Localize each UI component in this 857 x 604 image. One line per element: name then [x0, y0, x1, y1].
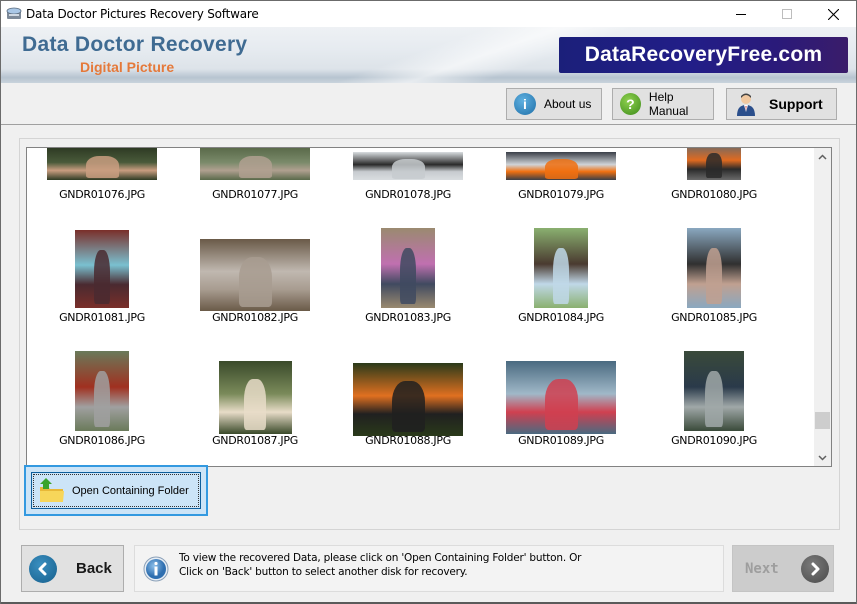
gallery-item[interactable]: GNDR01078.JPG	[338, 148, 478, 201]
thumbnail-image	[687, 228, 741, 308]
thumbnail-image	[353, 152, 463, 180]
thumbnail-filename: GNDR01079.JPG	[518, 188, 604, 201]
thumbnail-image	[381, 228, 435, 308]
gallery-item[interactable]: GNDR01085.JPG	[644, 228, 784, 338]
separator	[1, 124, 856, 125]
back-button[interactable]: Back	[21, 545, 124, 592]
thumbnail-filename: GNDR01084.JPG	[518, 311, 604, 324]
thumbnail-image	[506, 152, 616, 180]
thumbnail-image	[506, 361, 616, 434]
brand-subtitle: Digital Picture	[80, 59, 175, 75]
thumbnail-filename: GNDR01077.JPG	[212, 188, 298, 201]
thumbnail-image	[75, 351, 129, 431]
thumbnail-filename: GNDR01076.JPG	[59, 188, 145, 201]
thumbnail-filename: GNDR01089.JPG	[518, 434, 604, 447]
close-icon	[827, 8, 839, 20]
app-window: Data Doctor Pictures Recovery Software D…	[0, 0, 857, 604]
help-manual-label: Help Manual	[648, 90, 689, 118]
title-bar: Data Doctor Pictures Recovery Software	[1, 1, 856, 27]
back-label: Back	[76, 560, 112, 577]
scroll-up-button[interactable]	[814, 148, 831, 165]
support-person-icon	[737, 93, 755, 116]
scroll-thumb[interactable]	[815, 412, 830, 429]
next-label: Next	[745, 560, 779, 577]
thumbnail-filename: GNDR01078.JPG	[365, 188, 451, 201]
thumbnail-filename: GNDR01088.JPG	[365, 434, 451, 447]
next-arrow-icon	[800, 554, 829, 583]
minimize-icon	[736, 14, 746, 15]
thumbnail-image	[534, 228, 588, 308]
thumbnail-image	[200, 239, 310, 311]
maximize-button[interactable]	[764, 1, 810, 27]
help-icon: ?	[620, 93, 641, 115]
vertical-scrollbar[interactable]	[814, 148, 831, 466]
gallery-item[interactable]: GNDR01077.JPG	[185, 148, 325, 201]
open-folder-focus-ring: Open Containing Folder	[24, 465, 208, 516]
thumbnail-image	[687, 148, 741, 180]
chevron-down-icon	[818, 454, 827, 461]
header-banner: Data Doctor Recovery Digital Picture Dat…	[1, 27, 856, 83]
help-manual-button[interactable]: ? Help Manual	[612, 88, 714, 120]
back-arrow-icon	[29, 554, 57, 583]
gallery-item[interactable]: GNDR01082.JPG	[185, 228, 325, 338]
app-icon	[6, 7, 22, 19]
maximize-icon	[782, 9, 792, 19]
thumbnail-filename: GNDR01082.JPG	[212, 311, 298, 324]
thumbnail-image	[353, 363, 463, 436]
support-button[interactable]: Support	[726, 88, 837, 120]
thumbnail-image	[218, 361, 292, 434]
info-message-box: To view the recovered Data, please click…	[134, 545, 724, 592]
thumbnail-filename: GNDR01081.JPG	[59, 311, 145, 324]
thumbnail-filename: GNDR01083.JPG	[365, 311, 451, 324]
open-containing-folder-button[interactable]: Open Containing Folder	[31, 472, 201, 509]
info-icon	[143, 556, 169, 582]
thumbnail-image	[684, 351, 744, 431]
info-message: To view the recovered Data, please click…	[179, 551, 581, 579]
gallery-item[interactable]: GNDR01087.JPG	[185, 351, 325, 461]
thumbnail-image	[200, 148, 310, 180]
info-line-2: Click on 'Back' button to select another…	[179, 566, 468, 578]
info-icon: i	[514, 93, 536, 115]
brand-title: Data Doctor Recovery	[22, 33, 248, 56]
gallery-item[interactable]: GNDR01086.JPG	[32, 351, 172, 461]
gallery-item[interactable]: GNDR01076.JPG	[32, 148, 172, 201]
gallery-item[interactable]: GNDR01084.JPG	[491, 228, 631, 338]
thumbnail-filename: GNDR01090.JPG	[671, 434, 757, 447]
chevron-up-icon	[818, 153, 827, 160]
thumbnail-filename: GNDR01087.JPG	[212, 434, 298, 447]
scroll-down-button[interactable]	[814, 449, 831, 466]
support-label: Support	[769, 96, 823, 112]
about-us-label: About us	[544, 97, 592, 111]
info-line-1: To view the recovered Data, please click…	[179, 552, 582, 564]
thumbnail-image	[75, 230, 129, 308]
thumbnail-gallery[interactable]: GNDR01076.JPG GNDR01077.JPG GNDR01078.JPG G…	[26, 147, 832, 467]
gallery-item[interactable]: GNDR01081.JPG	[32, 228, 172, 338]
gallery-item[interactable]: GNDR01089.JPG	[491, 351, 631, 461]
window-title: Data Doctor Pictures Recovery Software	[26, 7, 259, 21]
minimize-button[interactable]	[718, 1, 764, 27]
about-us-button[interactable]: i About us	[506, 88, 602, 120]
thumbnail-filename: GNDR01086.JPG	[59, 434, 145, 447]
gallery-item[interactable]: GNDR01079.JPG	[491, 148, 631, 201]
gallery-item[interactable]: GNDR01080.JPG	[644, 148, 784, 201]
thumbnail-image	[47, 148, 157, 180]
next-button[interactable]: Next	[732, 545, 834, 592]
thumbnail-filename: GNDR01085.JPG	[671, 311, 757, 324]
gallery-item[interactable]: GNDR01088.JPG	[338, 351, 478, 461]
gallery-item[interactable]: GNDR01083.JPG	[338, 228, 478, 338]
thumbnail-filename: GNDR01080.JPG	[671, 188, 757, 201]
site-logo[interactable]: DataRecoveryFree.com	[559, 37, 848, 73]
gallery-item[interactable]: GNDR01090.JPG	[644, 351, 784, 461]
close-button[interactable]	[810, 1, 856, 27]
